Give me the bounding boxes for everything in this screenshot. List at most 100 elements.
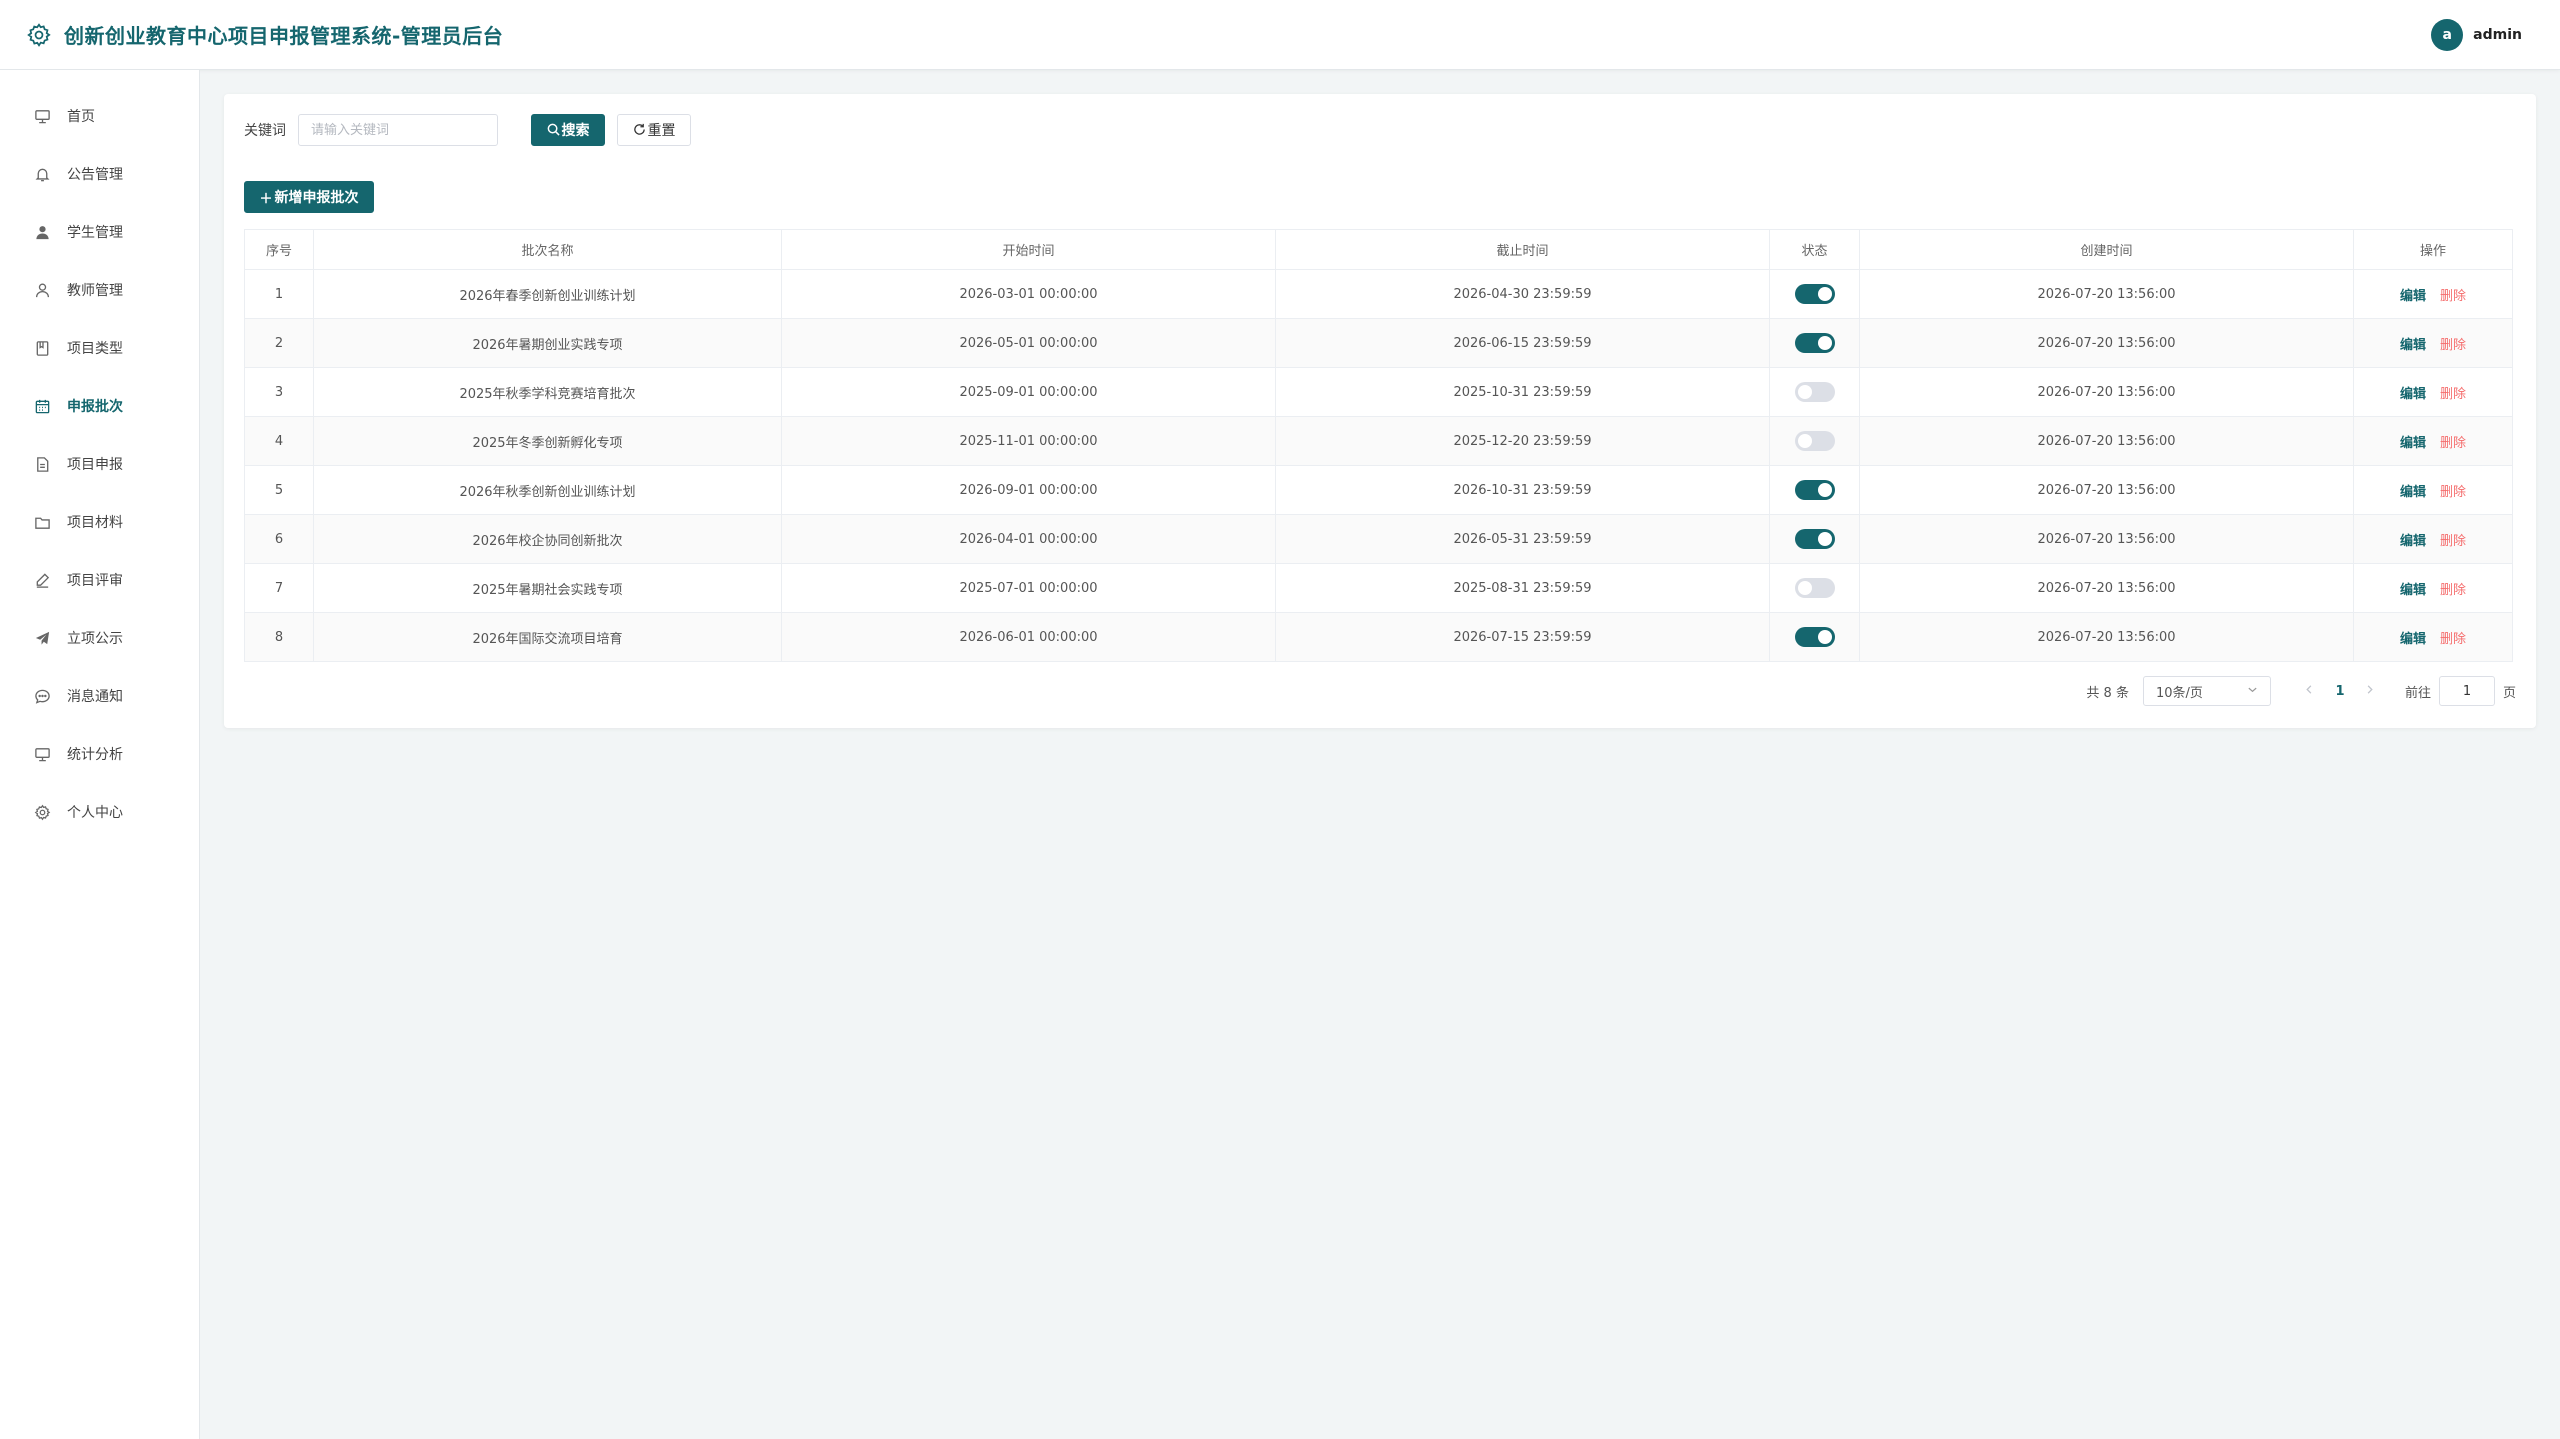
chevron-down-icon: [2247, 684, 2258, 699]
sidebar-item-students[interactable]: 学生管理: [0, 212, 199, 252]
promotion-icon: [34, 630, 51, 647]
sidebar-item-label: 教师管理: [67, 283, 123, 299]
sidebar-item-messages[interactable]: 消息通知: [0, 676, 199, 716]
edit-link[interactable]: 编辑: [2400, 583, 2426, 598]
status-toggle[interactable]: [1794, 431, 1835, 451]
sidebar-item-label: 立项公示: [67, 631, 123, 647]
reset-button[interactable]: 重置: [617, 114, 691, 146]
user-menu[interactable]: a admin: [2431, 19, 2522, 51]
edit-link[interactable]: 编辑: [2400, 289, 2426, 304]
cell-index: 3: [244, 367, 314, 417]
cell-end-time: 2026-05-31 23:59:59: [1275, 514, 1770, 564]
page-number[interactable]: 1: [2325, 684, 2355, 699]
delete-link[interactable]: 删除: [2440, 289, 2466, 304]
cell-batch-name: 2025年暑期社会实践专项: [313, 563, 782, 613]
sidebar-item-applications[interactable]: 项目申报: [0, 444, 199, 484]
next-page-button[interactable]: [2355, 684, 2385, 699]
toggle-knob: [1817, 483, 1832, 497]
cell-index: 1: [244, 269, 314, 319]
sidebar-item-label: 项目申报: [67, 457, 123, 473]
toggle-knob: [1817, 336, 1832, 350]
cell-end-time: 2025-08-31 23:59:59: [1275, 563, 1770, 613]
sidebar-item-home[interactable]: 首页: [0, 96, 199, 136]
sidebar-item-label: 项目评审: [67, 573, 123, 589]
cell-index: 8: [244, 612, 314, 662]
prev-page-button[interactable]: [2295, 684, 2325, 699]
page-suffix: 页: [2502, 685, 2516, 701]
sidebar-item-publicity[interactable]: 立项公示: [0, 618, 199, 658]
total-count: 共 8 条: [2086, 685, 2129, 701]
cell-actions: 编辑 删除: [2353, 612, 2513, 662]
cell-batch-name: 2026年春季创新创业训练计划: [313, 269, 782, 319]
pagination: 共 8 条 10条/页 1 前往 页: [2086, 676, 2516, 706]
cell-created-time: 2026-07-20 13:56:00: [1859, 367, 2354, 417]
sidebar-item-teachers[interactable]: 教师管理: [0, 270, 199, 310]
sidebar-item-announcements[interactable]: 公告管理: [0, 154, 199, 194]
edit-link[interactable]: 编辑: [2400, 436, 2426, 451]
cell-index: 4: [244, 416, 314, 466]
add-batch-button[interactable]: ＋ 新增申报批次: [244, 181, 374, 213]
sidebar: 首页 公告管理 学生管理 教师管理 项目类型 申报批次 项目申报 项目材料 项目…: [0, 70, 200, 1439]
toggle-knob: [1797, 385, 1812, 399]
status-toggle[interactable]: [1794, 529, 1835, 549]
table-row: 4 2025年冬季创新孵化专项 2025-11-01 00:00:00 2025-12…: [244, 416, 2513, 466]
sidebar-item-project-types[interactable]: 项目类型: [0, 328, 199, 368]
cell-end-time: 2026-06-15 23:59:59: [1275, 318, 1770, 368]
cell-created-time: 2026-07-20 13:56:00: [1859, 269, 2354, 319]
edit-link[interactable]: 编辑: [2400, 485, 2426, 500]
sidebar-item-batches[interactable]: 申报批次: [0, 386, 199, 426]
column-header: 状态: [1769, 229, 1860, 270]
sidebar-item-statistics[interactable]: 统计分析: [0, 734, 199, 774]
delete-link[interactable]: 删除: [2440, 583, 2466, 598]
table-row: 8 2026年国际交流项目培育 2026-06-01 00:00:00 2026-07…: [244, 612, 2513, 662]
sidebar-item-label: 申报批次: [67, 399, 123, 415]
cell-status: [1769, 465, 1860, 515]
delete-link[interactable]: 删除: [2440, 534, 2466, 549]
monitor-icon: [34, 746, 51, 763]
search-button[interactable]: 搜索: [531, 114, 605, 146]
cell-batch-name: 2025年秋季学科竞赛培育批次: [313, 367, 782, 417]
status-toggle[interactable]: [1794, 480, 1835, 500]
status-toggle[interactable]: [1794, 578, 1835, 598]
delete-link[interactable]: 删除: [2440, 436, 2466, 451]
notebook-icon: [34, 340, 51, 357]
delete-link[interactable]: 删除: [2440, 387, 2466, 402]
cell-batch-name: 2026年国际交流项目培育: [313, 612, 782, 662]
status-toggle[interactable]: [1794, 382, 1835, 402]
page-size-select[interactable]: 10条/页: [2142, 676, 2271, 706]
status-toggle[interactable]: [1794, 627, 1835, 647]
sidebar-item-label: 统计分析: [67, 747, 123, 763]
cell-end-time: 2026-07-15 23:59:59: [1275, 612, 1770, 662]
sidebar-item-label: 消息通知: [67, 689, 123, 705]
cell-end-time: 2025-10-31 23:59:59: [1275, 367, 1770, 417]
cell-index: 6: [244, 514, 314, 564]
cell-actions: 编辑 删除: [2353, 514, 2513, 564]
delete-link[interactable]: 删除: [2440, 632, 2466, 647]
cell-status: [1769, 612, 1860, 662]
goto-page-input[interactable]: [2438, 676, 2495, 706]
toggle-knob: [1817, 630, 1832, 644]
column-header: 截止时间: [1275, 229, 1770, 270]
cell-index: 5: [244, 465, 314, 515]
avatar[interactable]: a: [2431, 19, 2464, 51]
search-input[interactable]: [298, 114, 498, 146]
edit-link[interactable]: 编辑: [2400, 534, 2426, 549]
column-header: 批次名称: [313, 229, 782, 270]
sidebar-item-reviews[interactable]: 项目评审: [0, 560, 199, 600]
sidebar-item-materials[interactable]: 项目材料: [0, 502, 199, 542]
delete-link[interactable]: 删除: [2440, 485, 2466, 500]
cell-created-time: 2026-07-20 13:56:00: [1859, 514, 2354, 564]
cell-end-time: 2025-12-20 23:59:59: [1275, 416, 1770, 466]
edit-link[interactable]: 编辑: [2400, 338, 2426, 353]
sidebar-item-profile[interactable]: 个人中心: [0, 792, 199, 832]
delete-link[interactable]: 删除: [2440, 338, 2466, 353]
top-header: 创新创业教育中心项目申报管理系统-管理员后台 a admin: [0, 0, 2560, 70]
chat-icon: [34, 688, 51, 705]
calendar-icon: [34, 398, 51, 415]
edit-link[interactable]: 编辑: [2400, 632, 2426, 647]
status-toggle[interactable]: [1794, 284, 1835, 304]
username[interactable]: admin: [2473, 27, 2522, 43]
cell-index: 7: [244, 563, 314, 613]
status-toggle[interactable]: [1794, 333, 1835, 353]
edit-link[interactable]: 编辑: [2400, 387, 2426, 402]
